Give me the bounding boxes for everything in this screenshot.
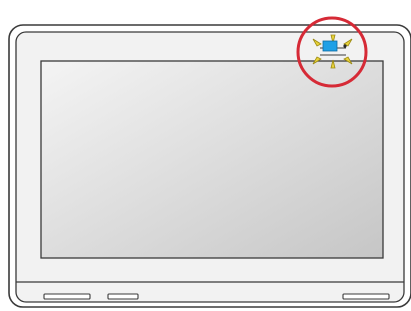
indicator-led-icon	[322, 40, 338, 52]
vent-slot-middle	[107, 293, 139, 300]
device-illustration	[8, 16, 411, 308]
vent-slot-left	[43, 293, 91, 300]
vent-slot-right	[342, 293, 390, 300]
display-screen[interactable]	[40, 60, 384, 259]
sensor-dot	[343, 44, 347, 48]
